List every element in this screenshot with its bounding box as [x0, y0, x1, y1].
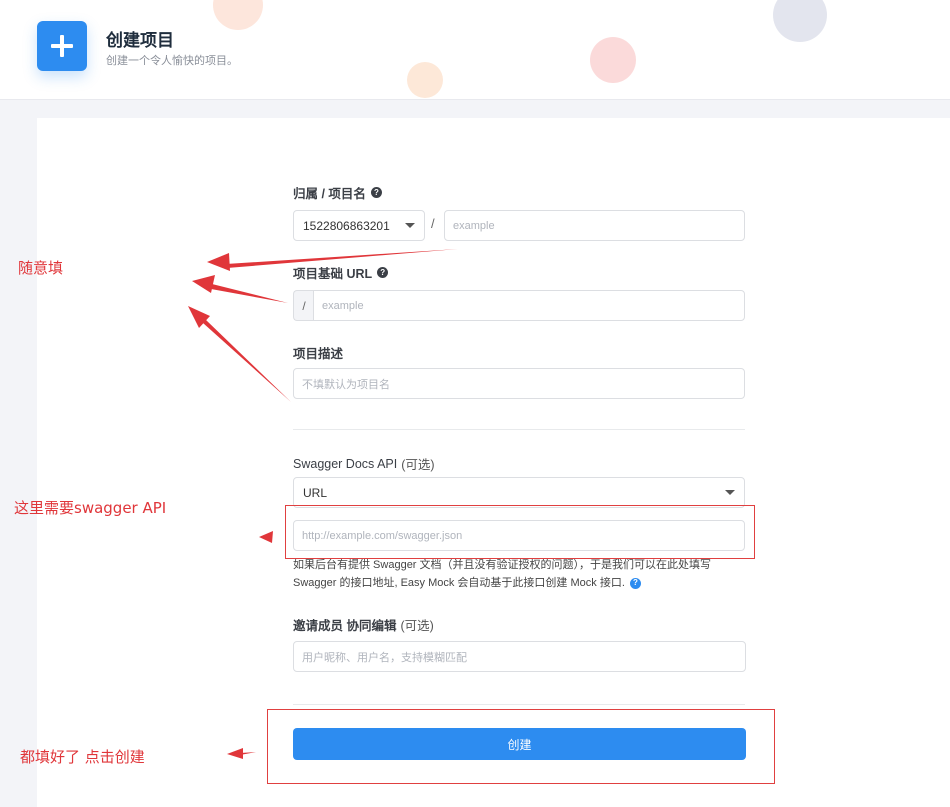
- owner-select[interactable]: 1522806863201: [293, 210, 425, 241]
- annotation-highlight-box: [285, 505, 755, 559]
- invite-member-placeholder: 用户昵称、用户名，支持模糊匹配: [302, 651, 467, 664]
- invite-optional: (可选): [400, 619, 434, 633]
- help-icon[interactable]: ?: [370, 187, 382, 198]
- section-divider: [293, 429, 745, 430]
- owner-select-value: 1522806863201: [303, 218, 390, 233]
- add-project-icon: [37, 21, 87, 71]
- section-divider: [293, 704, 745, 705]
- annotation-highlight-box: [267, 709, 775, 784]
- description-input[interactable]: 不填默认为项目名: [293, 368, 745, 399]
- owner-project-label: 归属 / 项目名 ?: [293, 183, 382, 202]
- owner-project-label-text: 归属 / 项目名: [293, 187, 366, 201]
- page-title: 创建项目: [106, 31, 174, 50]
- chevron-down-icon: [405, 223, 415, 228]
- description-label: 项目描述: [293, 347, 344, 361]
- help-icon[interactable]: ?: [377, 267, 389, 278]
- base-url-placeholder: example: [322, 299, 364, 312]
- swagger-optional: (可选): [401, 458, 435, 472]
- project-name-placeholder: example: [453, 219, 495, 232]
- annotation-note: 随意填: [18, 259, 64, 277]
- annotation-note: 都填好了 点击创建: [20, 748, 145, 766]
- base-url-input[interactable]: example: [313, 290, 745, 321]
- page-subtitle: 创建一个令人愉快的项目。: [106, 55, 238, 67]
- owner-name-separator: /: [431, 216, 435, 231]
- invite-label-text: 邀请成员 协同编辑: [293, 619, 397, 633]
- swagger-label: Swagger Docs API (可选): [293, 454, 435, 473]
- decor-circle: [407, 62, 443, 98]
- swagger-type-select[interactable]: URL: [293, 477, 745, 508]
- plus-icon: [51, 35, 73, 57]
- decor-circle: [773, 0, 827, 42]
- project-name-input[interactable]: example: [444, 210, 745, 241]
- swagger-help-line-2: Swagger 的接口地址, Easy Mock 会自动基于此接口创建 Mock…: [293, 574, 753, 592]
- swagger-type-value: URL: [303, 485, 328, 500]
- base-url-label: 项目基础 URL ?: [293, 263, 389, 282]
- description-placeholder: 不填默认为项目名: [302, 378, 390, 391]
- base-url-label-text: 项目基础 URL: [293, 267, 373, 281]
- annotation-note: 这里需要swagger API: [14, 499, 167, 517]
- decor-circle: [590, 37, 636, 83]
- invite-member-input[interactable]: 用户昵称、用户名，支持模糊匹配: [293, 641, 746, 672]
- help-icon[interactable]: ?: [629, 577, 641, 589]
- invite-label: 邀请成员 协同编辑 (可选): [293, 615, 434, 634]
- chevron-down-icon: [725, 490, 735, 495]
- decor-circle: [213, 0, 263, 30]
- swagger-label-text: Swagger Docs API: [293, 456, 398, 471]
- page-header: 创建项目 创建一个令人愉快的项目。: [0, 0, 950, 100]
- base-url-prefix: /: [293, 290, 314, 321]
- swagger-help-line: Swagger 的接口地址, Easy Mock 会自动基于此接口创建 Mock…: [293, 577, 625, 589]
- swagger-help-text: 如果后台有提供 Swagger 文档（并且没有验证授权的问题），于是我们可以在此…: [293, 556, 753, 592]
